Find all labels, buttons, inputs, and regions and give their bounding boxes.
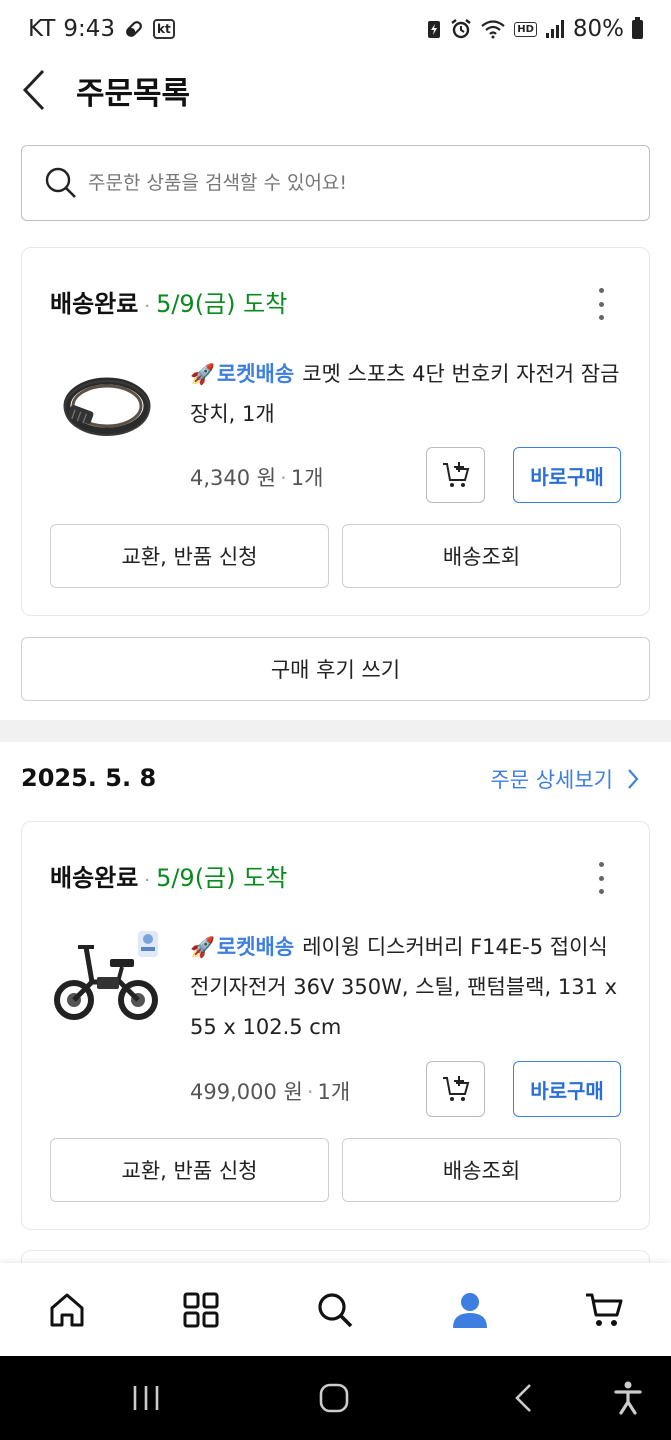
add-to-cart-button[interactable] (426, 1061, 485, 1117)
add-to-cart-icon (442, 462, 469, 487)
rocket-label: 로켓배송 (216, 935, 295, 959)
track-delivery-button[interactable]: 배송조회 (342, 1138, 621, 1202)
page-title: 주문목록 (76, 75, 191, 112)
back-nav-icon (515, 1384, 531, 1412)
order-detail-label: 주문 상세보기 (490, 768, 613, 792)
accessibility-button[interactable] (610, 1378, 646, 1418)
rocket-delivery-badge: 🚀 로켓배송 (190, 354, 294, 394)
top-header: 주문목록 (0, 58, 671, 122)
delivery-status-row: 배송완료 · 5/9(금) 도착 (50, 858, 287, 893)
clock: 9:43 (63, 16, 116, 42)
status-bar: KT 9:43 kt HD 80% (0, 0, 671, 58)
back-nav-button[interactable] (506, 1380, 540, 1416)
delivery-status-row: 배송완료 · 5/9(금) 도착 (50, 284, 287, 319)
exchange-return-button[interactable]: 교환, 반품 신청 (50, 524, 329, 588)
wifi-icon (480, 19, 506, 39)
battery-percent: 80% (572, 16, 624, 42)
cable-lock-image[interactable] (52, 353, 162, 463)
exchange-return-button[interactable]: 교환, 반품 신청 (50, 1138, 329, 1202)
search-icon (318, 1292, 353, 1327)
search-input[interactable] (88, 172, 649, 194)
arrival-date: 5/9(금) 도착 (156, 864, 288, 892)
my-page-icon (452, 1292, 487, 1328)
chevron-left-icon (22, 69, 45, 111)
rocket-icon: 🚀 (190, 362, 215, 386)
categories-icon (183, 1292, 219, 1327)
order-card: 배송완료 · 5/9(금) 도착 🚀 로켓배송 코멧 스포츠 4단 번호키 자전거 … (21, 247, 650, 616)
tab-categories[interactable] (166, 1275, 236, 1345)
price-row: 4,340 원 · 1개 (190, 466, 324, 490)
order-search-bar[interactable] (21, 145, 650, 221)
price-row: 499,000 원 · 1개 (190, 1080, 351, 1104)
carrier-label: KT (28, 16, 56, 42)
order-detail-link[interactable]: 주문 상세보기 (490, 764, 639, 794)
more-options-button[interactable] (591, 288, 611, 320)
quantity: 1개 (317, 1080, 351, 1104)
buy-now-button[interactable]: 바로구매 (513, 447, 621, 503)
order-card: 배송완료 · 5/9(금) 도착 🚀 로켓배송 레이윙 디스커버리 F14E-5 접… (21, 821, 650, 1230)
pill-icon (123, 18, 145, 40)
price: 499,000 원 (190, 1080, 303, 1104)
bottom-tab-bar (0, 1263, 671, 1356)
buy-now-button[interactable]: 바로구매 (513, 1061, 621, 1117)
delivery-status: 배송완료 (50, 864, 139, 892)
system-nav-bar (0, 1356, 671, 1440)
product-name-block[interactable]: 🚀 로켓배송 레이윙 디스커버리 F14E-5 접이식 전기자전거 36V 350W… (190, 927, 620, 1047)
product-name-block[interactable]: 🚀 로켓배송 코멧 스포츠 4단 번호키 자전거 잠금장치, 1개 (190, 354, 620, 434)
section-divider (0, 720, 671, 742)
delivery-status: 배송완료 (50, 290, 139, 318)
separator-dot: · (144, 870, 151, 891)
signal-icon (545, 19, 565, 39)
cart-icon (585, 1293, 623, 1326)
home-icon (50, 1293, 84, 1326)
rocket-label: 로켓배송 (216, 362, 295, 386)
electric-bike-image[interactable] (52, 922, 162, 1032)
tab-my-page[interactable] (435, 1275, 505, 1345)
write-review-button[interactable]: 구매 후기 쓰기 (21, 637, 650, 701)
alarm-icon (450, 18, 472, 40)
hd-icon: HD (514, 21, 537, 37)
tab-cart[interactable] (569, 1275, 639, 1345)
accessibility-icon (614, 1381, 642, 1415)
add-to-cart-button[interactable] (426, 447, 485, 503)
recent-apps-icon (133, 1386, 159, 1410)
track-delivery-button[interactable]: 배송조회 (342, 524, 621, 588)
home-nav-icon (319, 1383, 349, 1413)
tab-search[interactable] (300, 1275, 370, 1345)
back-button[interactable] (22, 65, 62, 115)
battery-icon (632, 16, 643, 39)
tab-home[interactable] (32, 1275, 102, 1345)
chevron-right-icon (628, 769, 639, 789)
recent-apps-button[interactable] (126, 1382, 166, 1414)
add-to-cart-icon (442, 1076, 469, 1101)
home-nav-button[interactable] (314, 1380, 354, 1416)
battery-saver-icon (426, 18, 442, 40)
rocket-icon: 🚀 (190, 935, 215, 959)
separator-dot: · (144, 296, 151, 317)
quantity: 1개 (290, 466, 324, 490)
kt-icon: kt (153, 19, 175, 39)
search-icon (45, 167, 76, 198)
rocket-delivery-badge: 🚀 로켓배송 (190, 927, 294, 967)
order-date: 2025. 5. 8 (21, 764, 157, 792)
arrival-date: 5/9(금) 도착 (156, 290, 288, 318)
more-options-button[interactable] (591, 862, 611, 894)
price: 4,340 원 (190, 466, 277, 490)
